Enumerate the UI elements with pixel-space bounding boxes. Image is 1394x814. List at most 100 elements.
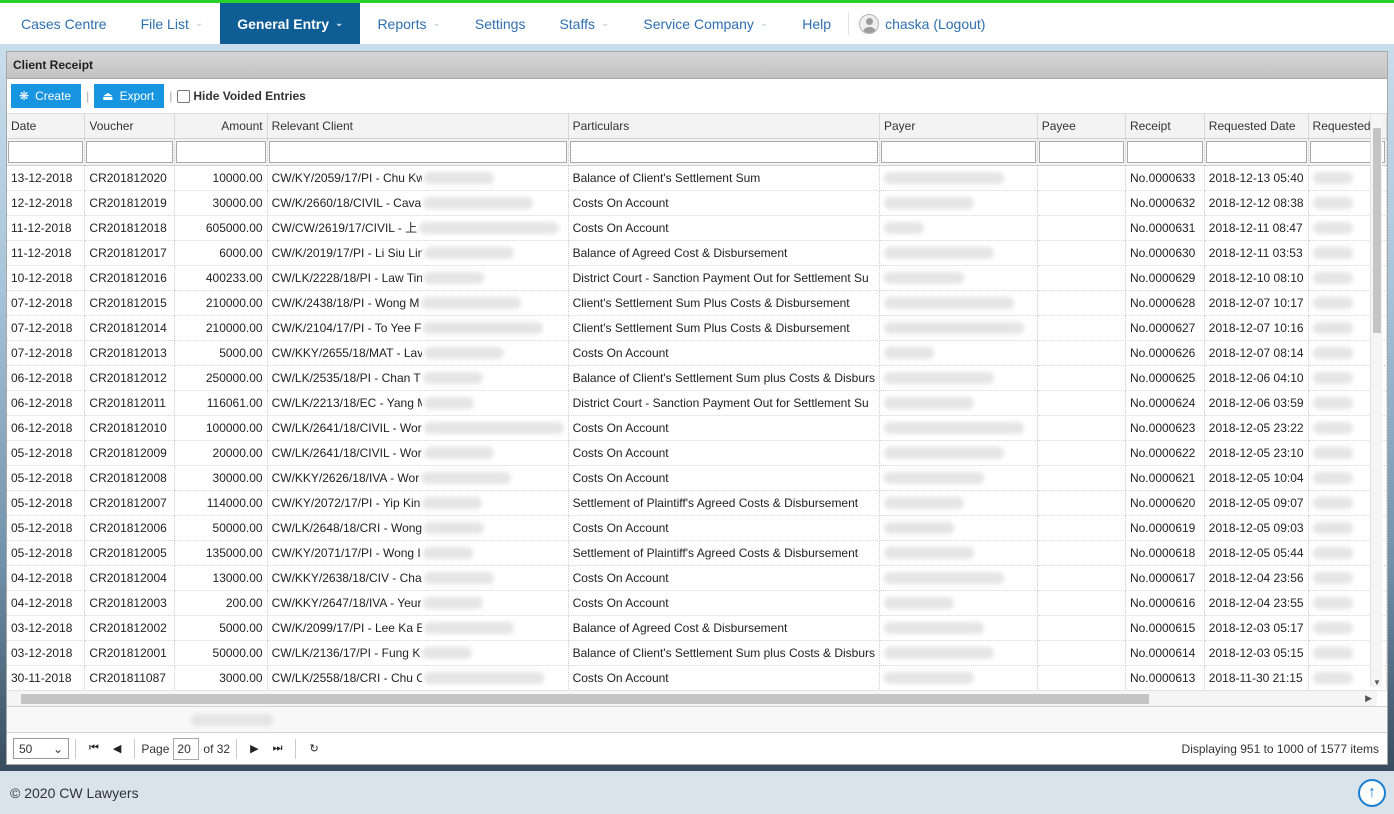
- table-row[interactable]: 11-12-2018 CR201812018 605000.00 CW/CW/2619…: [7, 215, 1387, 241]
- filter-input[interactable]: [175, 140, 266, 163]
- filter-input[interactable]: [1205, 140, 1307, 163]
- page-size-select[interactable]: 50 ⌄: [13, 738, 69, 759]
- toolbar: ❋ Create | ⏏ Export | Hide Voided Entrie…: [7, 79, 1387, 114]
- column-header-amount[interactable]: Amount: [174, 114, 268, 139]
- table-row[interactable]: 05-12-2018 CR201812009 20000.00 CW/LK/2641/…: [7, 440, 1387, 466]
- refresh-icon[interactable]: ↻: [309, 742, 318, 755]
- horizontal-scroll-thumb[interactable]: [21, 694, 1149, 704]
- column-header-payee[interactable]: Payee: [1037, 114, 1126, 139]
- column-header-receipt[interactable]: Receipt: [1125, 114, 1205, 139]
- cell-voucher: CR201812009: [84, 440, 175, 466]
- column-header-date[interactable]: Date: [7, 114, 86, 139]
- table-row[interactable]: 03-12-2018 CR201812001 50000.00 CW/LK/2136/…: [7, 640, 1387, 666]
- export-button[interactable]: ⏏ Export: [94, 84, 165, 108]
- cell-receipt-text: No.0000624: [1129, 395, 1196, 410]
- filter-input[interactable]: [86, 140, 173, 163]
- nav-item-reports[interactable]: Reports ⌄: [360, 3, 457, 44]
- cell-requested-date-text: 2018-12-04 23:55: [1208, 595, 1304, 610]
- pager-separator: [134, 738, 136, 759]
- column-header-relevant-client[interactable]: Relevant Client: [267, 114, 569, 139]
- cell-voucher: CR201812007: [84, 490, 175, 516]
- column-header-payer[interactable]: Payer: [879, 114, 1038, 139]
- nav-item-help[interactable]: Help: [785, 3, 848, 44]
- nav-item-file-list[interactable]: File List ⌄: [124, 3, 221, 44]
- last-page-icon[interactable]: ⏭: [273, 742, 283, 755]
- next-page-icon[interactable]: ▶: [250, 742, 258, 755]
- scroll-right-icon[interactable]: ▶: [1365, 693, 1372, 704]
- filter-input[interactable]: [1038, 140, 1124, 163]
- vertical-scrollbar[interactable]: ▼: [1370, 114, 1382, 687]
- cell-voucher-text: CR201812014: [89, 320, 167, 335]
- redacted-requester: [1312, 547, 1353, 560]
- filter-input[interactable]: [569, 140, 878, 163]
- table-row[interactable]: 05-12-2018 CR201812007 114000.00 CW/KY/2072…: [7, 490, 1387, 516]
- filter-input[interactable]: [881, 140, 1036, 163]
- column-header-requested-date[interactable]: Requested Date: [1204, 114, 1309, 139]
- redacted-requester: [1312, 672, 1353, 685]
- client-receipt-panel: Client Receipt ❋ Create | ⏏ Export | Hid…: [6, 51, 1388, 765]
- table-row[interactable]: 05-12-2018 CR201812005 135000.00 CW/KY/2071…: [7, 540, 1387, 566]
- first-page-icon[interactable]: ⏮: [89, 742, 99, 755]
- filter-input[interactable]: [8, 140, 84, 163]
- vertical-scroll-thumb[interactable]: [1373, 128, 1381, 333]
- cell-requested-date-text: 2018-12-06 04:10: [1208, 370, 1304, 385]
- cell-requested-date-text: 2018-12-11 03:53: [1208, 245, 1303, 260]
- table-row[interactable]: 05-12-2018 CR201812006 50000.00 CW/LK/2648/…: [7, 515, 1387, 541]
- column-header-particulars[interactable]: Particulars: [568, 114, 881, 139]
- cell-payer: [879, 615, 1038, 641]
- nav-item-cases-centre[interactable]: Cases Centre: [4, 3, 124, 44]
- nav-item-staffs[interactable]: Staffs ⌄: [542, 3, 626, 44]
- table-row[interactable]: 11-12-2018 CR201812017 6000.00 CW/K/2019/17…: [7, 240, 1387, 266]
- create-button[interactable]: ❋ Create: [11, 84, 82, 108]
- table-row[interactable]: 07-12-2018 CR201812015 210000.00 CW/K/2438/…: [7, 290, 1387, 316]
- filter-cell: [879, 138, 1038, 166]
- table-row[interactable]: 13-12-2018 CR201812020 10000.00 CW/KY/2059/…: [7, 165, 1387, 191]
- cell-voucher-text: CR201812002: [89, 620, 167, 635]
- redacted-client-name: [423, 521, 484, 534]
- cell-voucher: CR201812017: [84, 240, 175, 266]
- nav-item-service-company[interactable]: Service Company ⌄: [626, 3, 785, 44]
- table-row[interactable]: 05-12-2018 CR201812008 30000.00 CW/KKY/2626…: [7, 465, 1387, 491]
- table-row[interactable]: 30-11-2018 CR201811087 3000.00 CW/LK/2558/1…: [7, 665, 1387, 691]
- redacted-client-name: [423, 446, 494, 459]
- filter-input[interactable]: [1126, 140, 1203, 163]
- table-row[interactable]: 06-12-2018 CR201812010 100000.00 CW/LK/2641…: [7, 415, 1387, 441]
- prev-page-icon[interactable]: ◀: [113, 742, 121, 755]
- scroll-to-top-button[interactable]: ↑: [1358, 779, 1386, 807]
- table-row[interactable]: 06-12-2018 CR201812011 116061.00 CW/LK/2213…: [7, 390, 1387, 416]
- table-row[interactable]: 06-12-2018 CR201812012 250000.00 CW/LK/2535…: [7, 365, 1387, 391]
- table-row[interactable]: 04-12-2018 CR201812004 13000.00 CW/KKY/2638…: [7, 565, 1387, 591]
- table-row[interactable]: 07-12-2018 CR201812014 210000.00 CW/K/2104/…: [7, 315, 1387, 341]
- table-row[interactable]: 07-12-2018 CR201812013 5000.00 CW/KKY/2655/…: [7, 340, 1387, 366]
- hide-voided-checkbox[interactable]: [177, 89, 191, 103]
- scroll-down-icon[interactable]: ▼: [1373, 678, 1381, 687]
- cell-voucher: CR201812019: [84, 190, 175, 216]
- cell-particulars: Balance of Agreed Cost & Disbursement: [568, 615, 881, 641]
- cell-receipt-text: No.0000627: [1129, 320, 1196, 335]
- nav-item-settings[interactable]: Settings: [458, 3, 543, 44]
- redacted-client-name: [422, 496, 483, 509]
- table-row[interactable]: 04-12-2018 CR201812003 200.00 CW/KKY/2647/1…: [7, 590, 1387, 616]
- horizontal-scrollbar[interactable]: ▶: [7, 690, 1377, 706]
- table-row[interactable]: 12-12-2018 CR201812019 30000.00 CW/K/2660/1…: [7, 190, 1387, 216]
- redacted-requester: [1312, 397, 1353, 410]
- create-icon: ❋: [19, 89, 30, 103]
- page-number-input[interactable]: 20: [173, 737, 200, 760]
- filter-input[interactable]: [268, 140, 567, 163]
- table-row[interactable]: 10-12-2018 CR201812016 400233.00 CW/LK/2228…: [7, 265, 1387, 291]
- cell-date: 03-12-2018: [7, 615, 86, 641]
- cell-requested-date-text: 2018-12-12 08:38: [1208, 195, 1304, 210]
- cell-particulars: Balance of Client's Settlement Sum plus …: [568, 365, 881, 391]
- user-logout-link[interactable]: chaska (Logout): [849, 3, 1002, 44]
- cell-voucher-text: CR201812005: [89, 545, 167, 560]
- cell-particulars-text: District Court - Sanction Payment Out fo…: [572, 270, 869, 285]
- cell-requested-date: 2018-12-05 09:03: [1204, 515, 1309, 541]
- user-label: chaska (Logout): [885, 15, 986, 32]
- cell-date-text: 05-12-2018: [11, 545, 73, 560]
- cell-receipt-text: No.0000629: [1129, 270, 1196, 285]
- redacted-payer: [884, 672, 974, 685]
- nav-item-general-entry[interactable]: General Entry ⌄: [220, 3, 361, 44]
- column-header-voucher[interactable]: Voucher: [84, 114, 175, 139]
- table-row[interactable]: 03-12-2018 CR201812002 5000.00 CW/K/2099/17…: [7, 615, 1387, 641]
- cell-voucher: CR201812012: [84, 365, 175, 391]
